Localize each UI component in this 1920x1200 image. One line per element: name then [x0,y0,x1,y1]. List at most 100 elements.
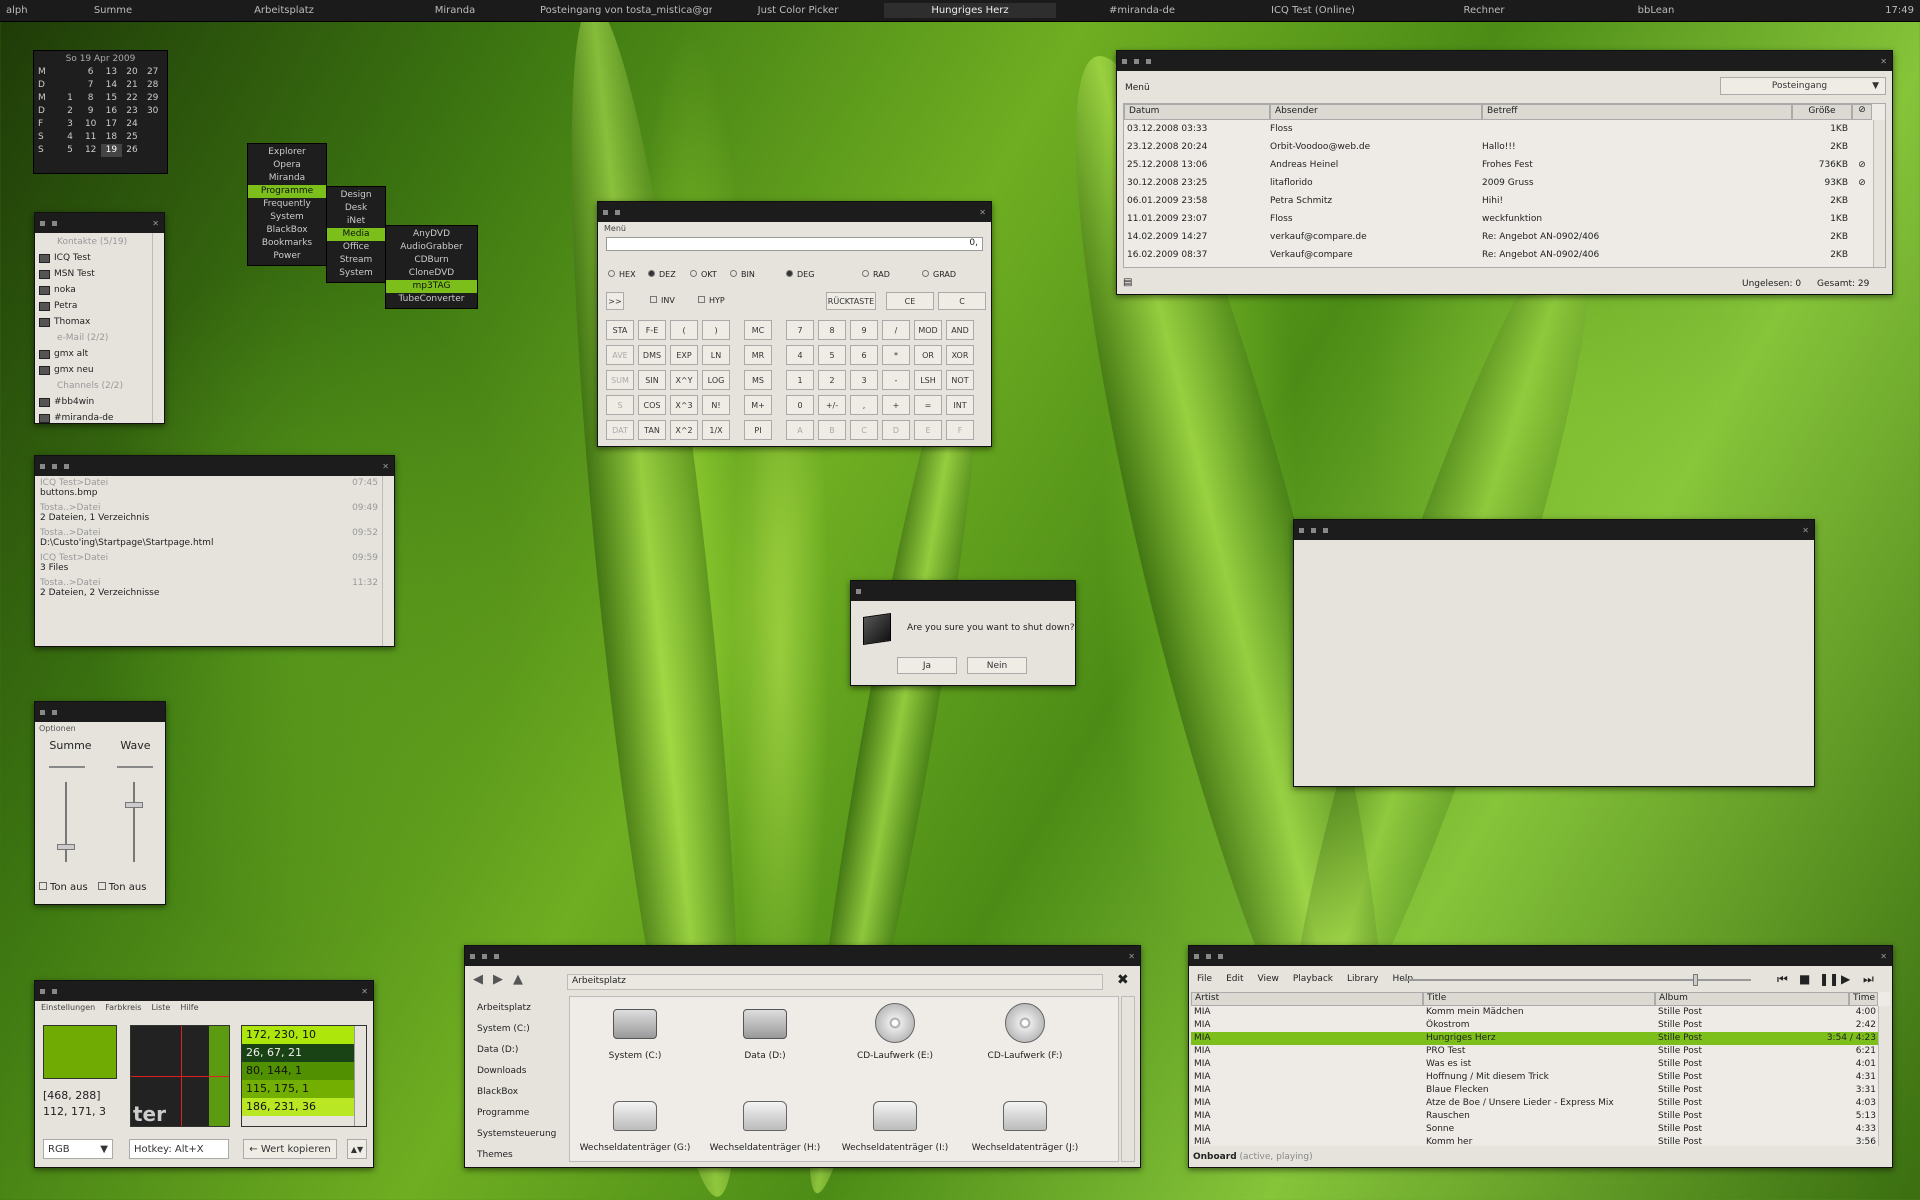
calc-key[interactable]: 1/X [702,420,730,440]
color-history-item[interactable]: 172, 230, 10 [242,1026,366,1044]
calc-key[interactable]: SIN [638,370,666,390]
calc-key[interactable]: AND [946,320,974,340]
checkbox-hyp[interactable]: HYP [698,296,725,305]
calendar-cell[interactable]: 13 [101,66,122,79]
color-mode-select[interactable]: RGB ▼ [43,1139,113,1159]
menu-item[interactable]: CDBurn [386,254,477,267]
calc-key[interactable]: XOR [946,345,974,365]
calc-key[interactable]: PI [744,420,772,440]
scrollbar[interactable] [354,1026,366,1126]
calendar-cell[interactable]: 5 [60,144,81,157]
menu-item[interactable]: Design [327,189,385,202]
taskbar-item-1[interactable]: Summe [28,3,198,18]
color-history-item[interactable]: 80, 144, 1 [242,1062,366,1080]
taskbar-item-0[interactable]: alpha [0,3,28,18]
play-icon[interactable]: ▶ [1841,972,1850,986]
calendar-cell[interactable]: 23 [122,105,143,118]
menu-item[interactable]: View [1258,974,1279,984]
calc-key[interactable]: NOT [946,370,974,390]
calendar-cell[interactable]: 10 [80,118,101,131]
contact-item[interactable]: gmx neu [39,362,150,378]
calc-key[interactable]: 5 [818,345,846,365]
menu-item[interactable]: Einstellungen [41,1003,95,1012]
calc-key[interactable]: X^2 [670,420,698,440]
calc-key[interactable]: MC [744,320,772,340]
contact-item[interactable]: MSN Test [39,266,150,282]
playlist-row[interactable]: MIA Was es ist Stille Post 4:01 [1191,1058,1890,1071]
nav-link[interactable]: Systemsteuerung [477,1124,557,1145]
contact-item[interactable]: gmx alt [39,346,150,362]
volume-slider-wave[interactable] [125,782,143,862]
calendar-cell[interactable]: 16 [101,105,122,118]
menu-item[interactable]: Opera [248,159,326,172]
calendar-cell[interactable]: 27 [142,66,163,79]
calc-key[interactable]: 6 [850,345,878,365]
calc-key[interactable]: 8 [818,320,846,340]
calendar-cell[interactable]: 29 [142,92,163,105]
calc-key[interactable]: SUM [606,370,634,390]
calendar-cell[interactable]: 26 [122,144,143,157]
calc-key[interactable]: / [882,320,910,340]
playlist-row[interactable]: MIA Sonne Stille Post 4:33 [1191,1123,1890,1136]
balance-slider-summe[interactable] [49,766,85,768]
mail-menu[interactable]: Menü [1125,83,1150,93]
calc-key[interactable]: LOG [702,370,730,390]
address-bar[interactable]: Arbeitsplatz [567,974,1103,990]
radio-dez[interactable]: DEZ [648,270,676,279]
folder-select[interactable]: Posteingang ▼ [1720,77,1886,95]
contact-item[interactable]: noka [39,282,150,298]
drive-item[interactable]: CD-Laufwerk (F:) [960,1003,1090,1061]
calc-menu[interactable]: Menü [598,222,991,235]
tools-icon[interactable]: ✖ [1117,972,1129,988]
drive-item[interactable]: Wechseldatenträger (J:) [960,1095,1090,1153]
menu-item[interactable]: Hilfe [180,1003,198,1012]
calendar-cell[interactable]: 20 [122,66,143,79]
yes-button[interactable]: Ja [897,657,957,674]
calc-key[interactable]: LSH [914,370,942,390]
column-header[interactable]: Absender [1270,104,1482,120]
calc-key[interactable]: 4 [786,345,814,365]
pause-icon[interactable]: ❚❚ [1819,972,1839,986]
calendar-cell[interactable]: 12 [80,144,101,157]
calc-key[interactable]: A [786,420,814,440]
back-icon[interactable]: ◀ [473,972,483,987]
scrollbar[interactable] [1121,996,1135,1162]
contact-item[interactable]: ICQ Test [39,250,150,266]
menu-item[interactable]: File [1197,974,1212,984]
playlist-row[interactable]: MIA Rauschen Stille Post 5:13 [1191,1110,1890,1123]
calc-key[interactable]: STA [606,320,634,340]
menu-item[interactable]: Programme [248,185,326,198]
scrollbar[interactable] [152,233,164,423]
calc-key[interactable]: 1 [786,370,814,390]
calendar-cell[interactable]: 8 [80,92,101,105]
column-header[interactable]: Album [1655,992,1849,1006]
column-header[interactable]: Betreff [1482,104,1792,120]
calc-c-button[interactable]: C [938,292,986,310]
up-icon[interactable]: ▲ [513,972,523,987]
taskbar-item-9[interactable]: Rechner [1398,3,1570,18]
calendar-cell[interactable]: 4 [60,131,81,144]
calendar-cell[interactable] [142,131,163,144]
calendar-cell[interactable]: 15 [101,92,122,105]
calendar-cell[interactable]: 22 [122,92,143,105]
drive-item[interactable]: Wechseldatenträger (G:) [570,1095,700,1153]
playlist-row[interactable]: MIA Hungriges Herz Stille Post 3:54 / 4:23 [1191,1032,1890,1045]
scrollbar[interactable] [1878,1006,1890,1146]
nav-link[interactable]: System (C:) [477,1019,557,1040]
mail-row[interactable]: 25.12.2008 13:06 Andreas Heinel Frohes Fes… [1124,156,1885,174]
calc-ce-button[interactable]: CE [886,292,934,310]
color-history-item[interactable]: 115, 175, 1 [242,1080,366,1098]
radio-hex[interactable]: HEX [608,270,636,279]
volume-slider-summe[interactable] [57,782,75,862]
hotkey-field[interactable]: Hotkey: Alt+X [129,1139,229,1159]
calendar-cell[interactable]: 1 [60,92,81,105]
taskbar-item-3[interactable]: Miranda [370,3,540,18]
radio-deg[interactable]: DEG [786,270,814,279]
drive-item[interactable]: Data (D:) [700,1003,830,1061]
calc-key[interactable]: LN [702,345,730,365]
nav-link[interactable]: Arbeitsplatz [477,998,557,1019]
calc-key[interactable]: B [818,420,846,440]
previous-icon[interactable]: ⏮ [1777,972,1788,987]
calendar-cell[interactable]: 25 [122,131,143,144]
menu-item[interactable]: CloneDVD [386,267,477,280]
